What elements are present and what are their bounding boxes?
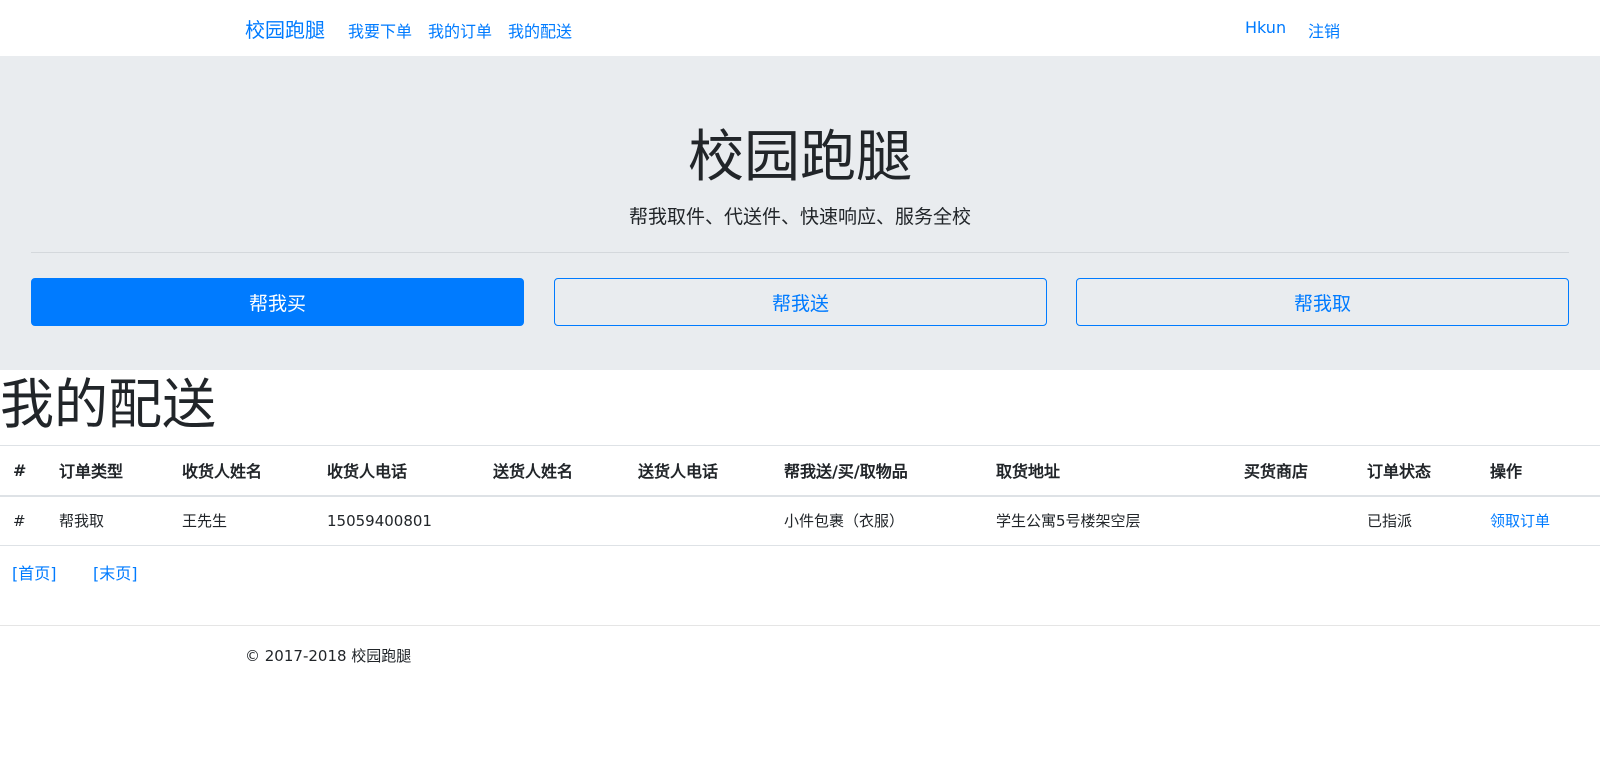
cell-item: 小件包裹（衣服） <box>771 495 983 546</box>
cell-sender-phone <box>625 495 771 546</box>
column-header: 帮我送/买/取物品 <box>771 445 983 497</box>
cell-receiver-phone: 15059400801 <box>314 495 480 546</box>
column-header: 送货人电话 <box>625 445 771 497</box>
brand-link[interactable]: 校园跑腿 <box>245 14 325 43</box>
help-me-buy-button[interactable]: 帮我买 <box>31 278 524 326</box>
column-header: 买货商店 <box>1231 445 1354 497</box>
cell-order-type: 帮我取 <box>46 495 169 546</box>
column-header: 订单类型 <box>46 445 169 497</box>
column-header: 操作 <box>1477 445 1600 497</box>
cell-number: # <box>0 495 46 546</box>
top-navbar: 校园跑腿 我要下单 我的订单 我的配送 Hkun 注销 <box>0 0 1600 56</box>
column-header: # <box>0 445 46 497</box>
deliveries-table: # 订单类型 收货人姓名 收货人电话 送货人姓名 送货人电话 帮我送/买/取物品… <box>0 445 1600 546</box>
footer-divider <box>0 625 1600 626</box>
cell-receiver-name: 王先生 <box>169 495 314 546</box>
column-header: 收货人姓名 <box>169 445 314 497</box>
nav-link-logout[interactable]: 注销 <box>1308 18 1340 42</box>
footer-copyright: © 2017-2018 校园跑腿 <box>245 647 412 665</box>
page-title: 我的配送 <box>0 373 216 436</box>
claim-order-link[interactable]: 领取订单 <box>1490 512 1550 530</box>
nav-link-my-deliveries[interactable]: 我的配送 <box>508 18 572 42</box>
first-page-link[interactable]: [首页] <box>12 560 57 584</box>
column-header: 订单状态 <box>1354 445 1477 497</box>
hero-divider <box>31 252 1569 253</box>
hero-title: 校园跑腿 <box>688 125 912 190</box>
help-me-fetch-button[interactable]: 帮我取 <box>1076 278 1569 326</box>
help-me-send-button[interactable]: 帮我送 <box>554 278 1047 326</box>
last-page-link[interactable]: [末页] <box>93 560 138 584</box>
nav-link-my-orders[interactable]: 我的订单 <box>428 18 492 42</box>
cell-status: 已指派 <box>1354 495 1477 546</box>
column-header: 送货人姓名 <box>480 445 625 497</box>
cell-sender-name <box>480 495 625 546</box>
cell-action: 领取订单 <box>1477 495 1600 546</box>
nav-link-user[interactable]: Hkun <box>1245 18 1286 37</box>
cell-pickup-address: 学生公寓5号楼架空层 <box>983 495 1231 546</box>
cell-store <box>1231 495 1354 546</box>
hero-subtitle: 帮我取件、代送件、快速响应、服务全校 <box>628 206 971 228</box>
column-header: 取货地址 <box>983 445 1231 497</box>
table-row: # 帮我取 王先生 15059400801 小件包裹（衣服） 学生公寓5号楼架空… <box>0 495 1600 546</box>
column-header: 收货人电话 <box>314 445 480 497</box>
table-header-row: # 订单类型 收货人姓名 收货人电话 送货人姓名 送货人电话 帮我送/买/取物品… <box>0 445 1600 497</box>
nav-link-place-order[interactable]: 我要下单 <box>348 18 412 42</box>
hero-banner: 校园跑腿 帮我取件、代送件、快速响应、服务全校 帮我买 帮我送 帮我取 <box>0 56 1600 370</box>
